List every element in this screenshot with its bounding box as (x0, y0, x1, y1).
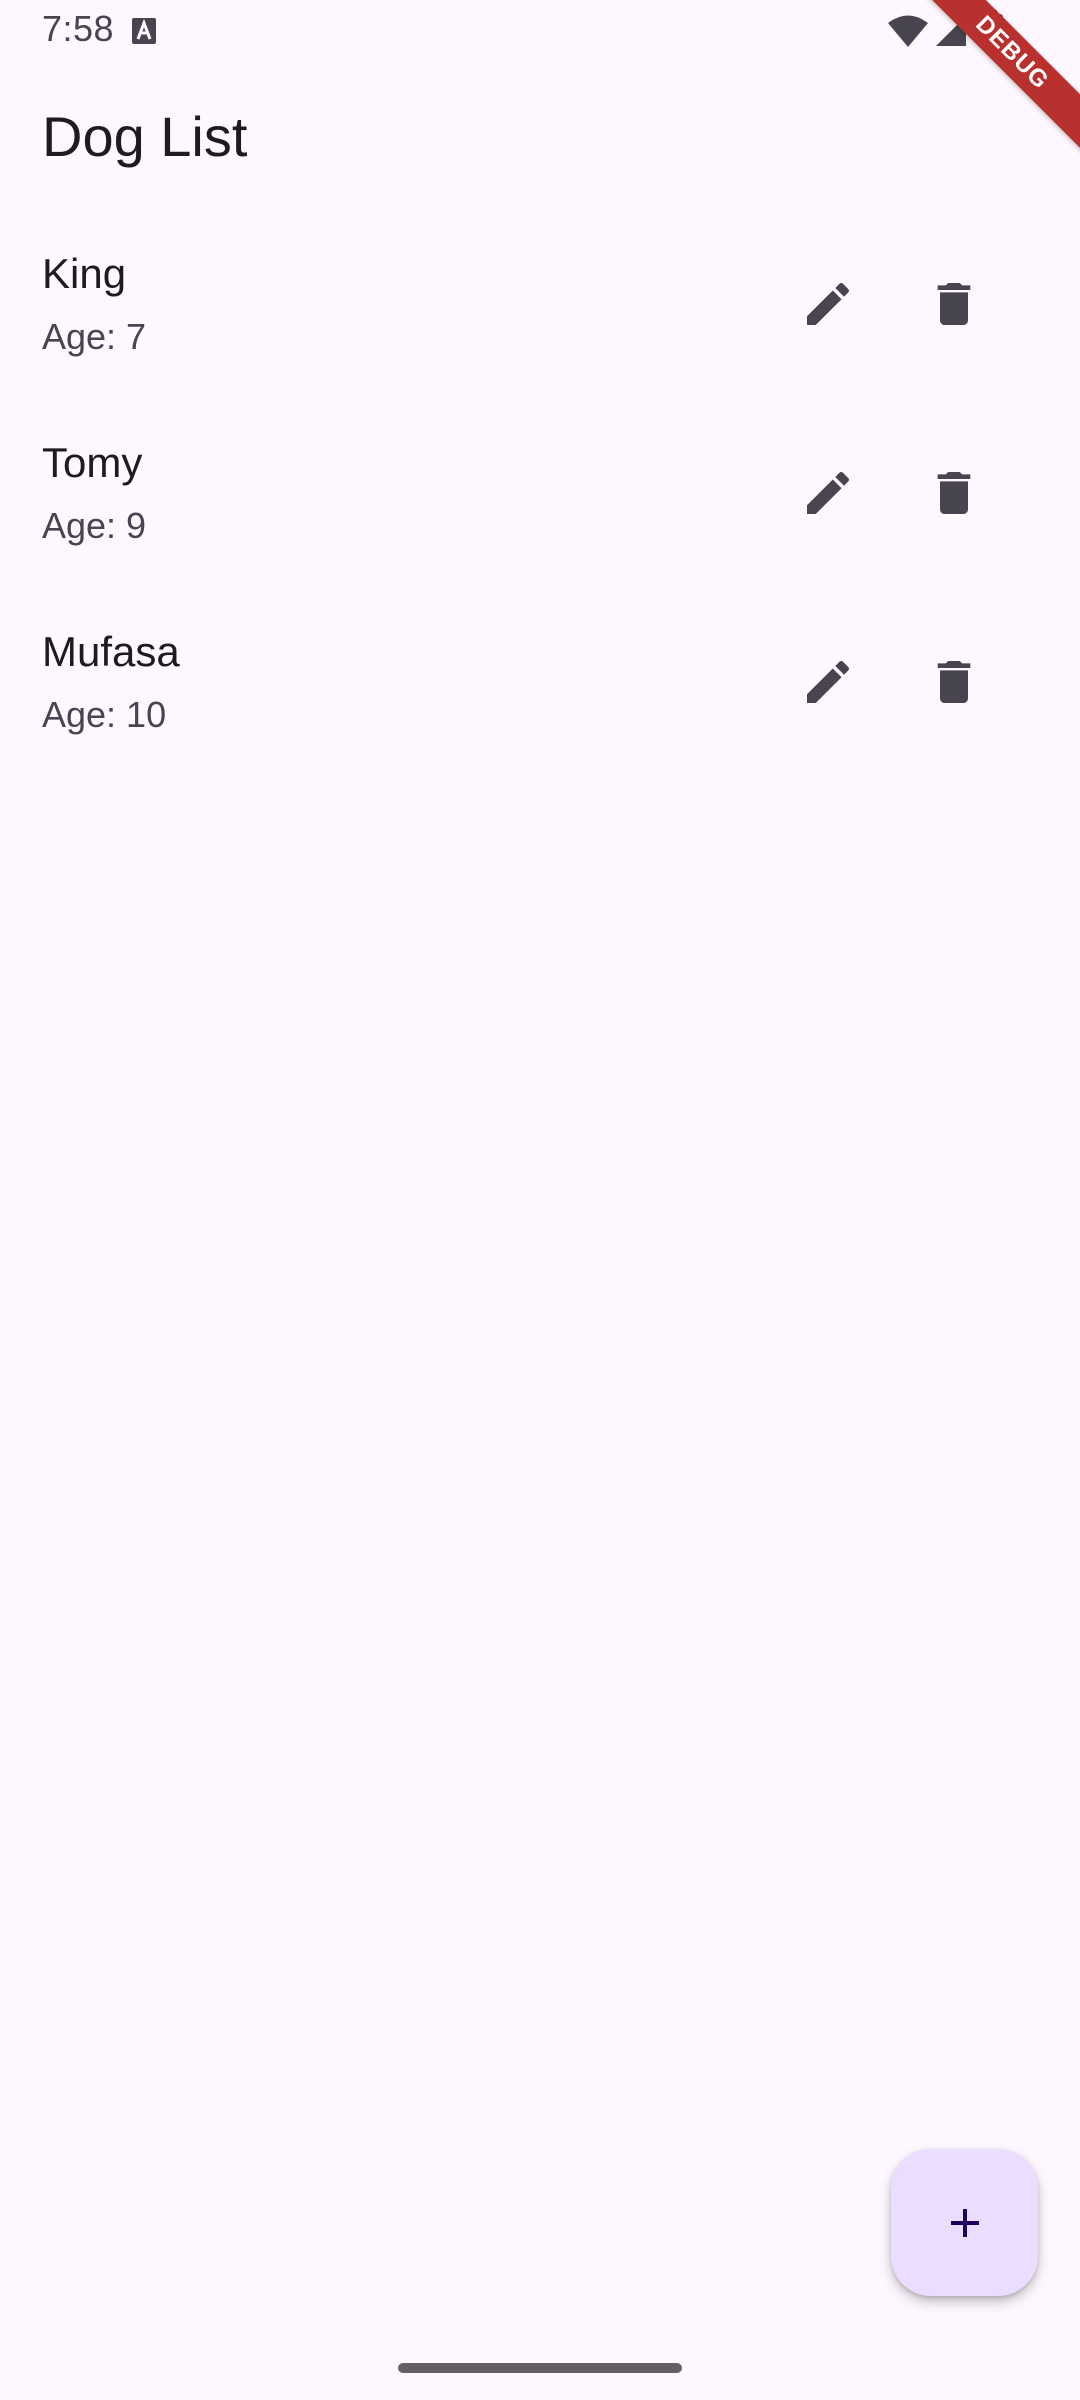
edit-button[interactable] (792, 646, 864, 718)
dog-age: Age: 9 (42, 505, 147, 546)
signal-icon (934, 14, 968, 48)
status-bar: 7:58 (0, 0, 1080, 64)
delete-icon (937, 661, 971, 703)
battery-icon (980, 10, 1004, 50)
add-icon (950, 2208, 979, 2237)
delete-icon (937, 472, 971, 514)
edit-button[interactable] (792, 268, 864, 340)
edit-button[interactable] (792, 457, 864, 529)
status-time: 7:58 (42, 8, 115, 49)
add-dog-button[interactable] (891, 2149, 1038, 2296)
dog-age: Age: 10 (42, 694, 167, 735)
edit-icon (807, 282, 850, 325)
home-indicator[interactable] (398, 2363, 682, 2373)
dog-name: King (42, 250, 127, 297)
edit-icon (807, 471, 850, 514)
app-bar: Dog List (0, 64, 1080, 204)
notification-a-icon (132, 18, 156, 44)
list-item[interactable]: King Age: 7 (0, 236, 1080, 425)
dog-name: Mufasa (42, 628, 180, 675)
delete-button[interactable] (918, 646, 990, 718)
page-title: Dog List (42, 105, 248, 168)
delete-button[interactable] (918, 268, 990, 340)
dog-list: King Age: 7 Tomy Age: 9 Mufasa Age: 10 (0, 236, 1080, 803)
dog-age: Age: 7 (42, 316, 147, 357)
edit-icon (807, 660, 850, 703)
dog-name: Tomy (42, 439, 143, 486)
wifi-icon (886, 14, 930, 48)
delete-button[interactable] (918, 457, 990, 529)
delete-icon (937, 283, 971, 325)
list-item[interactable]: Mufasa Age: 10 (0, 614, 1080, 803)
list-item[interactable]: Tomy Age: 9 (0, 425, 1080, 614)
